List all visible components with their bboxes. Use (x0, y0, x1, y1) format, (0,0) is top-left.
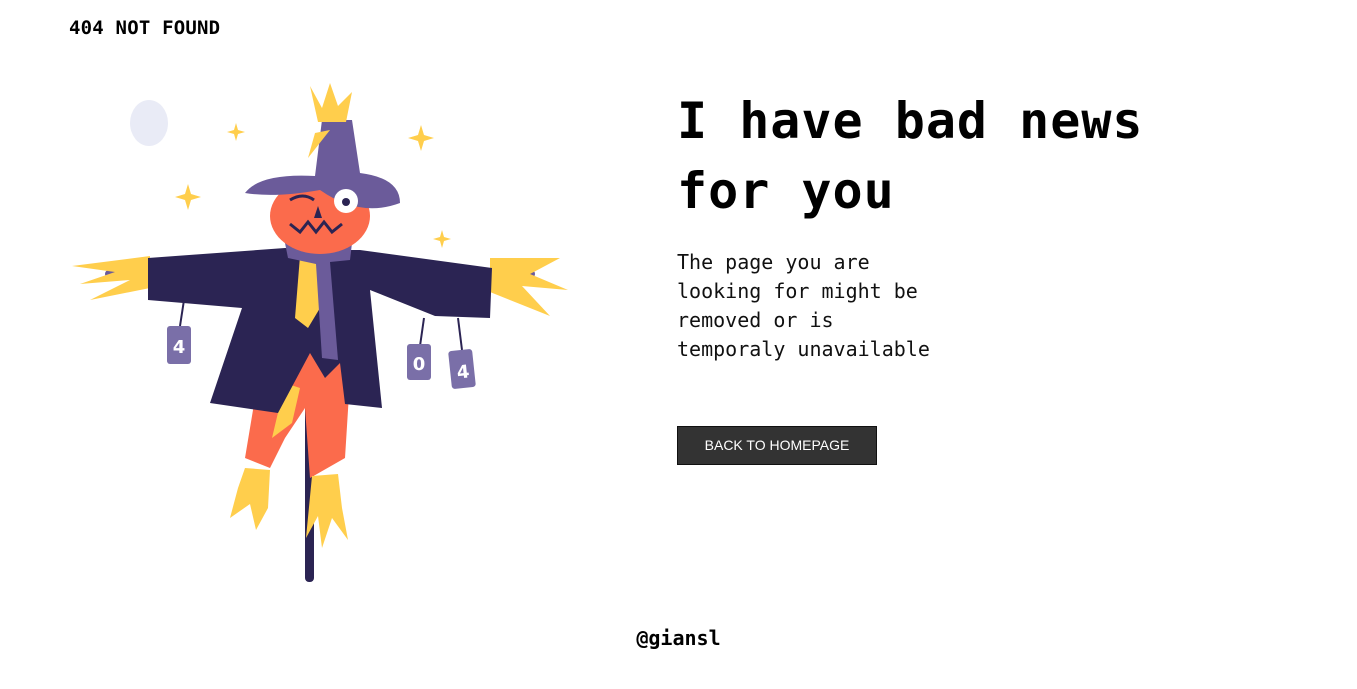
moon-icon (130, 100, 168, 146)
can-label: 4 (173, 337, 186, 358)
error-message: The page you are looking for might be re… (677, 250, 930, 361)
can-label: 0 (413, 354, 426, 375)
author-credit: @giansl (636, 626, 721, 650)
error-headline: I have bad news for you (677, 92, 1144, 220)
page-title: 404 NOT FOUND (69, 17, 221, 39)
back-to-homepage-button[interactable]: BACK TO HOMEPAGE (677, 426, 877, 465)
scarecrow-illustration: 4 0 4 (72, 83, 568, 582)
can-label: 4 (456, 361, 471, 383)
